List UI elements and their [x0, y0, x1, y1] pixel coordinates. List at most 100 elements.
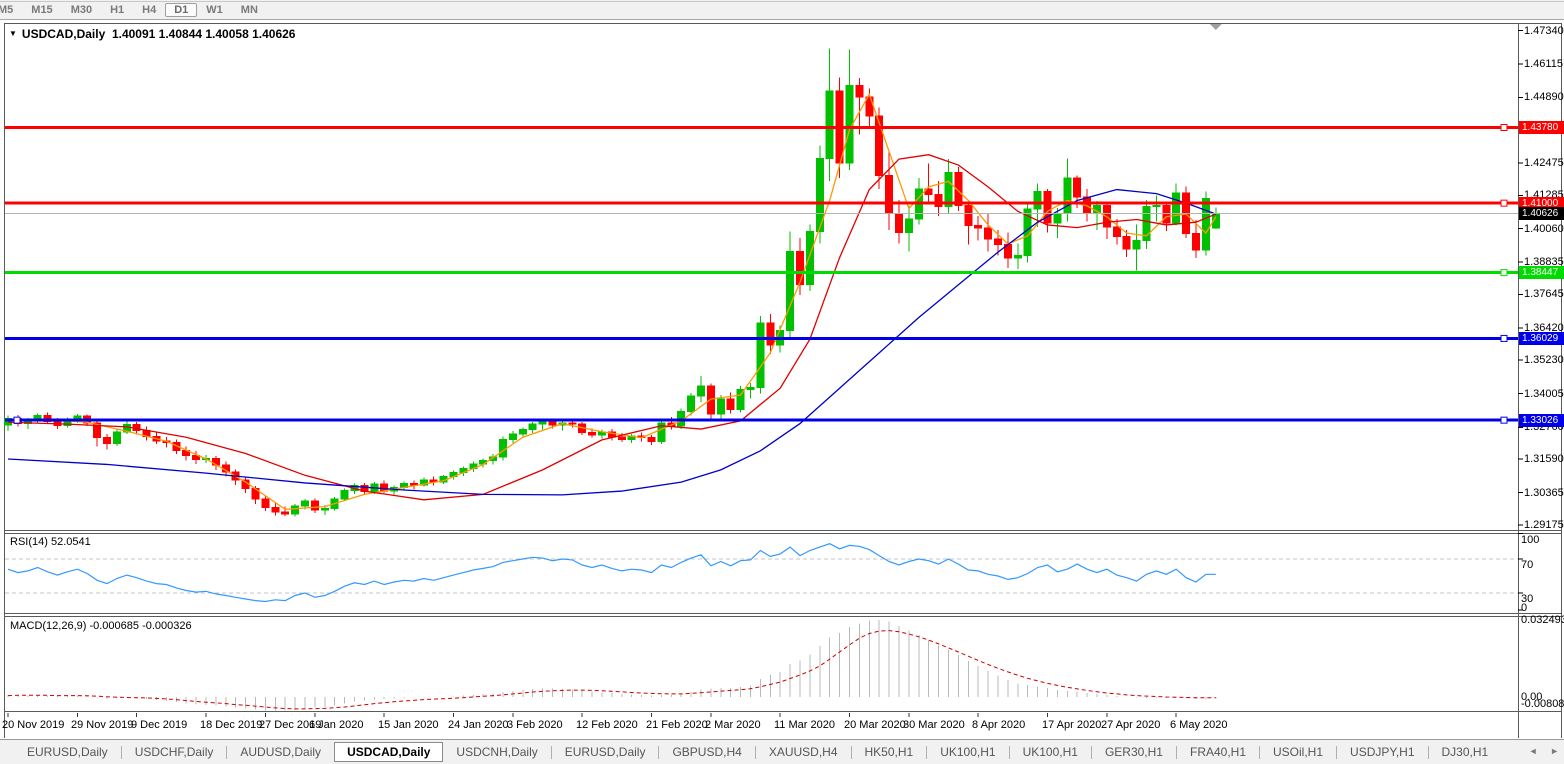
candle-body: [528, 423, 537, 431]
price-tick-label: 1.37645: [1524, 288, 1564, 300]
chart-tab-usdcnh-daily[interactable]: USDCNH,Daily: [443, 742, 550, 762]
line-handle[interactable]: [1500, 416, 1508, 424]
candle-body: [1162, 204, 1171, 224]
line-handle[interactable]: [13, 416, 21, 424]
chart-tab-audusd-daily[interactable]: AUDUSD,Daily: [227, 742, 334, 762]
date-tick-label: 21 Feb 2020: [646, 719, 708, 731]
candle-body: [1033, 191, 1042, 210]
candle-body: [271, 506, 280, 513]
candle-body: [508, 433, 517, 440]
candle-body: [1053, 212, 1062, 224]
candle-body: [697, 385, 705, 397]
chart-tab-xauusd-h4[interactable]: XAUUSD,H4: [756, 742, 851, 762]
date-tick-label: 8 Apr 2020: [972, 719, 1026, 731]
chart-tab-uk100-h1[interactable]: UK100,H1: [927, 742, 1008, 762]
price-tick-label: 1.35230: [1524, 354, 1564, 366]
date-tick-label: 27 Apr 2020: [1101, 719, 1161, 731]
candle-body: [518, 429, 527, 435]
tab-scroll-left-icon[interactable]: ◄: [1529, 746, 1538, 756]
chart-tab-usdchf-daily[interactable]: USDCHF,Daily: [122, 742, 227, 762]
candle-body: [855, 85, 864, 98]
chart-tab-hk50-h1[interactable]: HK50,H1: [852, 742, 927, 762]
candle-body: [1073, 177, 1082, 198]
candle-body: [756, 322, 765, 389]
date-tick-label: 24 Jan 2020: [448, 719, 509, 731]
date-tick-label: 9 Dec 2019: [131, 719, 188, 731]
date-tick-label: 15 Jan 2020: [378, 719, 439, 731]
candle-body: [1201, 197, 1210, 251]
chart-tab-eurusd-daily[interactable]: EURUSD,Daily: [552, 742, 659, 762]
current-price-badge: 1.40626: [1519, 207, 1564, 220]
chart-tab-usdcad-daily[interactable]: USDCAD,Daily: [334, 742, 444, 762]
tab-scroll-right-icon[interactable]: ►: [1550, 746, 1559, 756]
chart-tab-uk100-h1[interactable]: UK100,H1: [1010, 742, 1091, 762]
candle-body: [706, 385, 715, 415]
date-tick-label: 2 Mar 2020: [705, 719, 761, 731]
date-tick-label: 30 Mar 2020: [903, 719, 965, 731]
price-badge-1.43780: 1.43780: [1519, 121, 1564, 134]
candle-body: [538, 421, 547, 425]
macd-signal-line: [7, 630, 1216, 710]
chart-ohlc-values: 1.40091 1.40844 1.40058 1.40626: [111, 27, 296, 41]
price-badge-1.36029: 1.36029: [1519, 332, 1564, 345]
candle-body: [1172, 192, 1181, 224]
chart-canvas: [0, 1, 1564, 738]
candle-body: [310, 500, 319, 511]
chart-symbol-period: USDCAD,Daily: [21, 27, 106, 41]
date-tick-label: 17 Apr 2020: [1042, 719, 1102, 731]
chart-tab-usdjpy-h1[interactable]: USDJPY,H1: [1337, 742, 1427, 762]
chart-tab-bar: EURUSD,Daily USDCHF,Daily AUDUSD,Daily USDC…: [0, 739, 1564, 764]
price-tick-label: 1.42475: [1524, 157, 1564, 169]
date-tick-label: 6 May 2020: [1170, 719, 1228, 731]
candle-body: [499, 438, 507, 458]
candle-body: [112, 431, 121, 445]
candle-body: [340, 489, 349, 500]
line-handle[interactable]: [1500, 269, 1508, 277]
candle-body: [1132, 240, 1141, 250]
line-handle[interactable]: [1500, 334, 1508, 342]
chart-tab-gbpusd-h4[interactable]: GBPUSD,H4: [659, 742, 754, 762]
rsi-scale-label: 100: [1521, 534, 1540, 546]
line-handle[interactable]: [1500, 124, 1508, 132]
candle-body: [746, 387, 755, 391]
chart-tab-ger30-h1[interactable]: GER30,H1: [1092, 742, 1176, 762]
line-handle[interactable]: [1500, 199, 1508, 207]
candle-body: [588, 431, 597, 436]
rsi-scale-label: 0: [1521, 602, 1528, 614]
candle-body: [964, 204, 973, 226]
tab-scroll-arrows: ◄ ►: [1519, 746, 1559, 756]
candle-body: [1152, 204, 1161, 207]
candle-body: [291, 505, 300, 515]
chart-tab-usoil-h1[interactable]: USOil,H1: [1260, 742, 1336, 762]
date-tick-label: 12 Feb 2020: [576, 719, 638, 731]
price-tick-label: 1.29175: [1524, 519, 1564, 531]
date-tick-label: 3 Feb 2020: [507, 719, 563, 731]
candle-body: [647, 437, 656, 442]
price-tick-label: 1.47340: [1524, 25, 1564, 37]
price-badge-1.33026: 1.33026: [1519, 414, 1564, 427]
candle-body: [1112, 226, 1121, 237]
candle-body: [805, 231, 814, 285]
candle-body: [716, 398, 725, 415]
candle-body: [1122, 235, 1131, 250]
candle-body: [409, 482, 418, 486]
price-tick-label: 1.31590: [1524, 453, 1564, 465]
chart-tab-dj30-h1[interactable]: DJ30,H1: [1429, 742, 1502, 762]
candle-body: [1063, 177, 1072, 214]
candle-body: [885, 174, 894, 214]
candle-body: [281, 511, 290, 515]
candle-body: [687, 395, 696, 412]
candle-body: [548, 421, 557, 426]
date-tick-label: 11 Mar 2020: [774, 719, 835, 731]
macd-scale-label: -0.008086: [1521, 698, 1564, 710]
candle-body: [895, 212, 903, 234]
date-tick-label: 20 Nov 2019: [2, 719, 65, 731]
chart-tab-eurusd-daily[interactable]: EURUSD,Daily: [14, 742, 121, 762]
macd-scale-label: 0.032493: [1521, 614, 1564, 626]
candle-body: [984, 227, 993, 240]
shift-marker-icon[interactable]: [1209, 24, 1222, 30]
window-menu-icon[interactable]: ▼: [9, 29, 17, 38]
candle-body: [617, 436, 626, 440]
candle-body: [726, 398, 735, 410]
chart-tab-fra40-h1[interactable]: FRA40,H1: [1177, 742, 1259, 762]
